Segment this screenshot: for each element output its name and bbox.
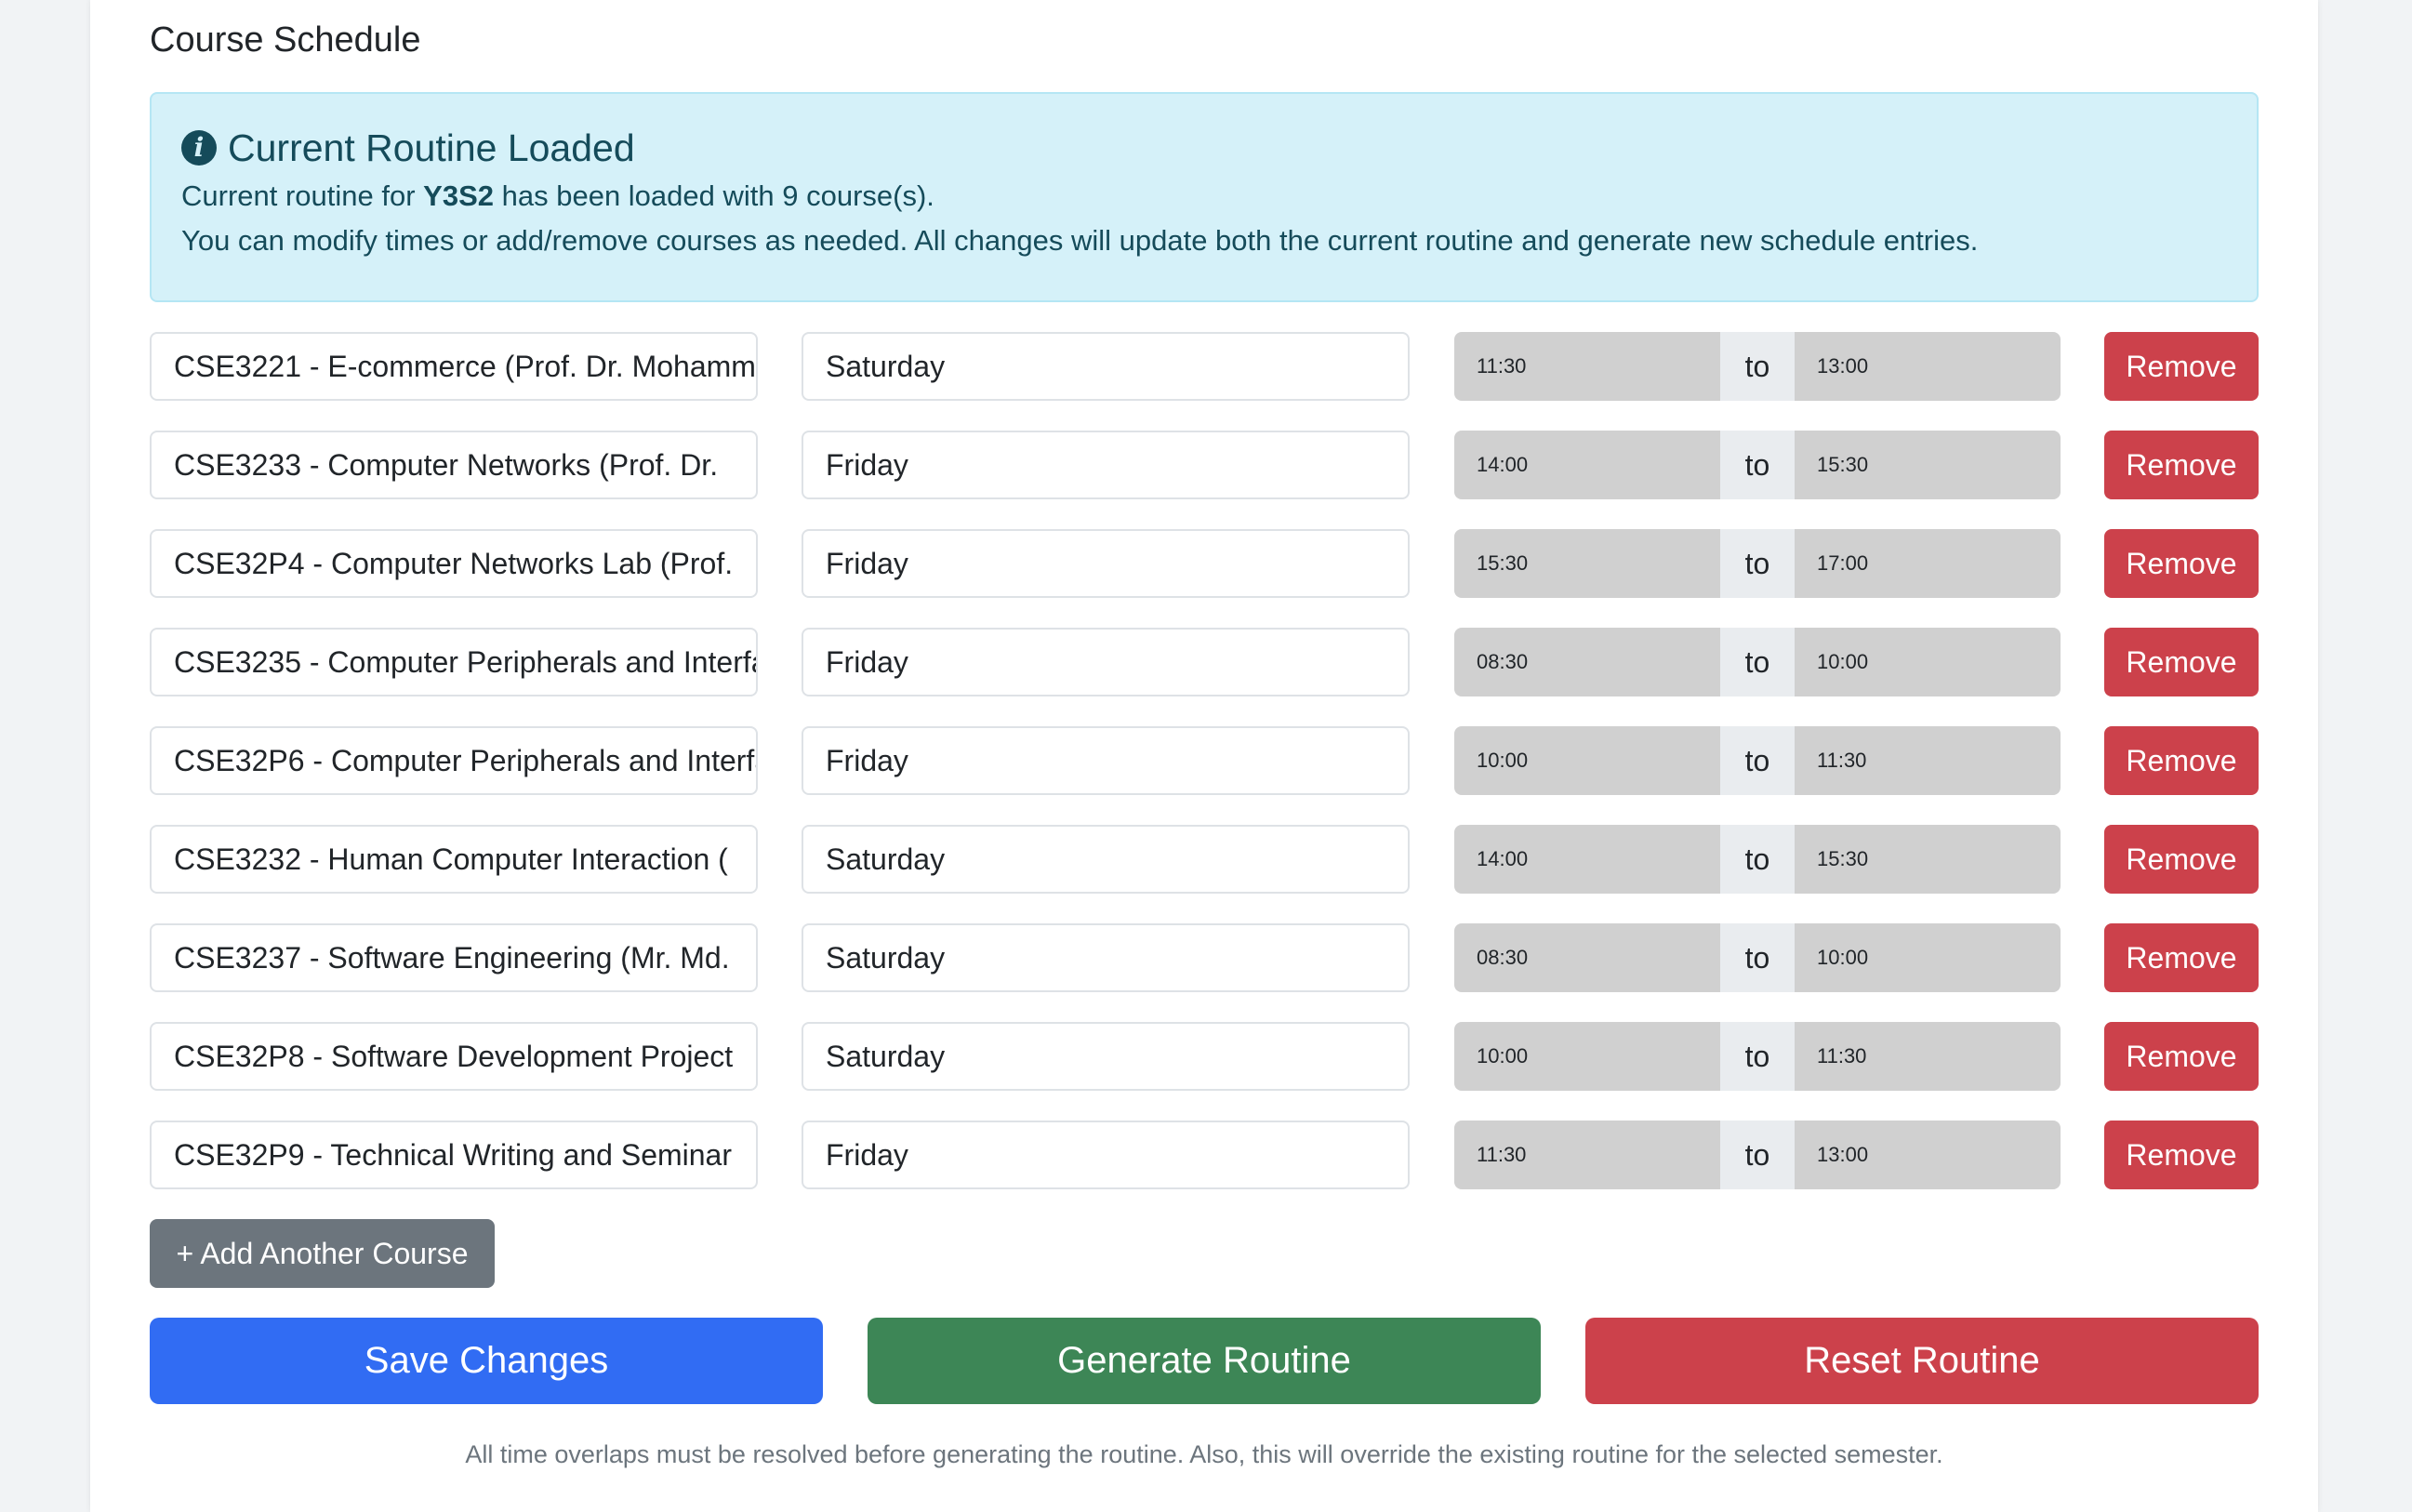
remove-course-button[interactable]: Remove bbox=[2104, 1022, 2259, 1091]
time-separator: to bbox=[1720, 529, 1795, 598]
remove-course-button[interactable]: Remove bbox=[2104, 628, 2259, 696]
semester-code: Y3S2 bbox=[423, 179, 495, 212]
time-separator: to bbox=[1720, 726, 1795, 795]
time-separator: to bbox=[1720, 332, 1795, 401]
day-select[interactable]: Saturday bbox=[802, 923, 1410, 992]
course-input[interactable]: CSE32P4 - Computer Networks Lab (Prof. bbox=[150, 529, 758, 598]
start-time-input[interactable]: 10:00 bbox=[1454, 726, 1720, 795]
course-input[interactable]: CSE3221 - E-commerce (Prof. Dr. Mohammad bbox=[150, 332, 758, 401]
course-input[interactable]: CSE3233 - Computer Networks (Prof. Dr. bbox=[150, 431, 758, 499]
remove-course-button[interactable]: Remove bbox=[2104, 923, 2259, 992]
time-range: 15:30 to 17:00 bbox=[1454, 529, 2061, 598]
info-alert: i Current Routine Loaded Current routine… bbox=[150, 92, 2259, 302]
end-time-input[interactable]: 13:00 bbox=[1795, 332, 2061, 401]
remove-course-button[interactable]: Remove bbox=[2104, 431, 2259, 499]
course-input[interactable]: CSE3235 - Computer Peripherals and Inter… bbox=[150, 628, 758, 696]
course-input[interactable]: CSE3232 - Human Computer Interaction ( bbox=[150, 825, 758, 894]
alert-line-1-prefix: Current routine for bbox=[181, 179, 424, 212]
start-time-input[interactable]: 11:30 bbox=[1454, 1121, 1720, 1189]
overlap-note: All time overlaps must be resolved befor… bbox=[465, 1440, 1943, 1468]
day-select[interactable]: Friday bbox=[802, 431, 1410, 499]
remove-course-button[interactable]: Remove bbox=[2104, 825, 2259, 894]
end-time-input[interactable]: 15:30 bbox=[1795, 825, 2061, 894]
time-separator: to bbox=[1720, 1022, 1795, 1091]
end-time-input[interactable]: 15:30 bbox=[1795, 431, 2061, 499]
end-time-input[interactable]: 11:30 bbox=[1795, 726, 2061, 795]
day-select[interactable]: Saturday bbox=[802, 1022, 1410, 1091]
remove-course-button[interactable]: Remove bbox=[2104, 726, 2259, 795]
course-row: CSE3237 - Software Engineering (Mr. Md. … bbox=[150, 923, 2259, 992]
alert-line-1-suffix: has been loaded with 9 course(s). bbox=[494, 179, 934, 212]
start-time-input[interactable]: 10:00 bbox=[1454, 1022, 1720, 1091]
start-time-input[interactable]: 11:30 bbox=[1454, 332, 1720, 401]
alert-line-1: Current routine for Y3S2 has been loaded… bbox=[181, 174, 2227, 219]
time-range: 11:30 to 13:00 bbox=[1454, 1121, 2061, 1189]
course-row: CSE32P4 - Computer Networks Lab (Prof. F… bbox=[150, 529, 2259, 598]
day-select[interactable]: Friday bbox=[802, 1121, 1410, 1189]
course-input[interactable]: CSE32P9 - Technical Writing and Seminar bbox=[150, 1121, 758, 1189]
time-range: 10:00 to 11:30 bbox=[1454, 1022, 2061, 1091]
course-schedule-card: Course Schedule i Current Routine Loaded… bbox=[90, 0, 2318, 1512]
time-range: 08:30 to 10:00 bbox=[1454, 923, 2061, 992]
section-title: Course Schedule bbox=[150, 20, 421, 60]
day-select[interactable]: Friday bbox=[802, 628, 1410, 696]
generate-routine-button[interactable]: Generate Routine bbox=[868, 1318, 1541, 1404]
end-time-input[interactable]: 10:00 bbox=[1795, 628, 2061, 696]
start-time-input[interactable]: 08:30 bbox=[1454, 628, 1720, 696]
time-range: 10:00 to 11:30 bbox=[1454, 726, 2061, 795]
alert-heading-text: Current Routine Loaded bbox=[228, 126, 635, 169]
start-time-input[interactable]: 08:30 bbox=[1454, 923, 1720, 992]
time-separator: to bbox=[1720, 628, 1795, 696]
course-row: CSE3221 - E-commerce (Prof. Dr. Mohammad… bbox=[150, 332, 2259, 401]
alert-heading: i Current Routine Loaded bbox=[181, 122, 2227, 174]
day-select[interactable]: Friday bbox=[802, 726, 1410, 795]
time-separator: to bbox=[1720, 923, 1795, 992]
remove-course-button[interactable]: Remove bbox=[2104, 332, 2259, 401]
day-select[interactable]: Saturday bbox=[802, 332, 1410, 401]
start-time-input[interactable]: 15:30 bbox=[1454, 529, 1720, 598]
time-range: 08:30 to 10:00 bbox=[1454, 628, 2061, 696]
end-time-input[interactable]: 13:00 bbox=[1795, 1121, 2061, 1189]
course-row: CSE3235 - Computer Peripherals and Inter… bbox=[150, 628, 2259, 696]
remove-course-button[interactable]: Remove bbox=[2104, 1121, 2259, 1189]
start-time-input[interactable]: 14:00 bbox=[1454, 431, 1720, 499]
time-separator: to bbox=[1720, 825, 1795, 894]
end-time-input[interactable]: 11:30 bbox=[1795, 1022, 2061, 1091]
course-row: CSE3233 - Computer Networks (Prof. Dr. F… bbox=[150, 431, 2259, 499]
start-time-input[interactable]: 14:00 bbox=[1454, 825, 1720, 894]
time-separator: to bbox=[1720, 431, 1795, 499]
course-row: CSE3232 - Human Computer Interaction ( Sa… bbox=[150, 825, 2259, 894]
end-time-input[interactable]: 10:00 bbox=[1795, 923, 2061, 992]
course-row: CSE32P9 - Technical Writing and Seminar F… bbox=[150, 1121, 2259, 1189]
course-input[interactable]: CSE32P8 - Software Development Project bbox=[150, 1022, 758, 1091]
time-range: 14:00 to 15:30 bbox=[1454, 431, 2061, 499]
day-select[interactable]: Friday bbox=[802, 529, 1410, 598]
day-select[interactable]: Saturday bbox=[802, 825, 1410, 894]
time-separator: to bbox=[1720, 1121, 1795, 1189]
course-row: CSE32P8 - Software Development Project Sa… bbox=[150, 1022, 2259, 1091]
alert-line-2: You can modify times or add/remove cours… bbox=[181, 224, 1979, 257]
course-input[interactable]: CSE3237 - Software Engineering (Mr. Md. bbox=[150, 923, 758, 992]
time-range: 11:30 to 13:00 bbox=[1454, 332, 2061, 401]
course-row: CSE32P6 - Computer Peripherals and Inter… bbox=[150, 726, 2259, 795]
remove-course-button[interactable]: Remove bbox=[2104, 529, 2259, 598]
end-time-input[interactable]: 17:00 bbox=[1795, 529, 2061, 598]
reset-routine-button[interactable]: Reset Routine bbox=[1585, 1318, 2259, 1404]
info-icon: i bbox=[181, 130, 217, 166]
time-range: 14:00 to 15:30 bbox=[1454, 825, 2061, 894]
add-course-button[interactable]: + Add Another Course bbox=[150, 1219, 495, 1288]
save-changes-button[interactable]: Save Changes bbox=[150, 1318, 823, 1404]
course-input[interactable]: CSE32P6 - Computer Peripherals and Inter… bbox=[150, 726, 758, 795]
